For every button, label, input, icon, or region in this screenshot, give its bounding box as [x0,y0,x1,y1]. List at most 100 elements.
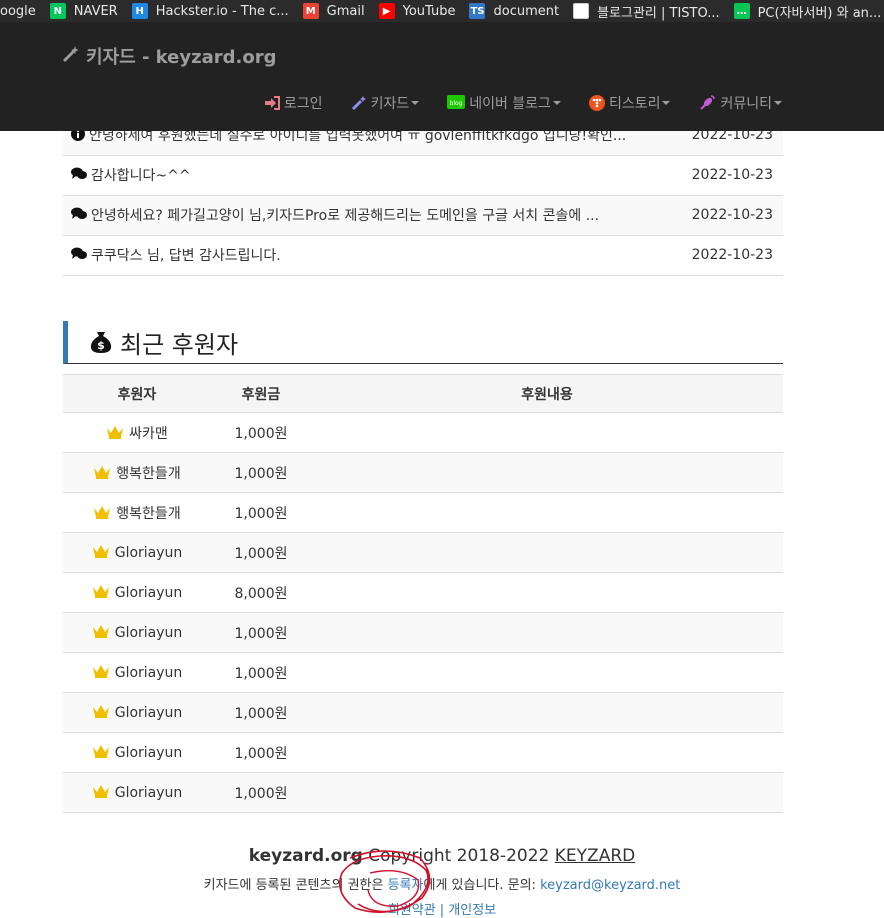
bookmark-item[interactable]: … PC(자바서버) 와 an... [733,0,881,22]
donor-row: Gloriayun 1,000원 [63,652,783,693]
donor-amount: 1,000원 [211,452,311,493]
donor-content [311,532,783,573]
donors-section-title: $ 최근 후원자 [63,321,783,364]
bookmark-label: 블로그관리 | TISTO... [597,5,720,21]
footer: keyzard.org Copyright 2018-2022 KEYZARD … [0,846,884,918]
bookmark-label: Gmail [326,3,365,19]
post-row[interactable]: 안녕하세요? 페가길고양이 님,키자드Pro로 제공해드리는 도메인을 구글 서… [63,195,783,235]
chevron-down-icon [662,101,671,105]
donor-content [311,692,783,733]
chevron-down-icon [552,101,561,105]
donor-amount: 1,000원 [211,532,311,573]
bookmarks-bar: oogle N NAVER H Hackster.io - The c... M Gmail… [0,0,884,22]
crown-icon [92,664,110,682]
footer-registrant-link[interactable]: 등록자 [388,878,424,893]
posts-table: 안녕하세여 후원했는데 실수로 아이디를 입력못했어여 ㅠ govlenfflt… [63,115,783,276]
post-date: 2022-10-23 [691,207,773,223]
post-date: 2022-10-23 [691,247,773,263]
header-content: 후원내용 [311,374,783,413]
crown-icon [93,465,111,483]
donor-amount: 1,000원 [211,612,311,653]
bookmark-label: oogle [0,3,36,19]
bookmark-item[interactable]: oogle [0,0,36,22]
donor-name-cell: Gloriayun [63,772,211,813]
ts-icon: TS [469,3,486,19]
bookmark-item[interactable]: ▶ YouTube [378,0,456,22]
nav-keyzard-label: 키자드 [370,96,410,112]
bookmark-item[interactable]: M Gmail [302,0,365,22]
donor-name: 싸카맨 [129,425,168,442]
donor-name-cell: 행복한들개 [63,452,211,493]
svg-text:$: $ [97,339,105,352]
donors-table-header: 후원자 후원금 후원내용 [63,374,783,413]
crown-icon [92,584,110,602]
donor-name: Gloriayun [114,624,183,641]
footer-rights-prefix: 키자드에 등록된 콘텐츠의 권한은 [203,878,384,893]
magic-wand-icon [351,95,367,111]
crown-icon [106,425,124,443]
site-brand[interactable]: 키자드 - keyzard.org [62,43,276,69]
donor-content [311,452,783,493]
donor-amount: 1,000원 [211,692,311,733]
chat-icon: … [733,3,750,19]
post-title-cell[interactable]: 안녕하세요? 페가길고양이 님,키자드Pro로 제공해드리는 도메인을 구글 서… [63,195,673,235]
nav-menu: 로그인 키자드 blog 네이버 블로그 티스토리 커뮤니티 [236,93,782,113]
bookmark-item[interactable]: 블로그관리 | TISTO... [573,0,720,22]
donor-name: Gloriayun [114,544,183,561]
nav-community[interactable]: 커뮤니티 [698,93,782,113]
comments-icon [71,247,87,265]
post-row[interactable]: 감사합니다~^^ 2022-10-23 [63,155,783,195]
header-amount: 후원금 [211,374,311,413]
donor-row: Gloriayun 8,000원 [63,572,783,613]
bookmark-item[interactable]: H Hackster.io - The c... [131,0,289,22]
bookmark-item[interactable]: N NAVER [49,0,118,22]
nav-tistory[interactable]: 티스토리 [588,93,671,113]
bookmark-item[interactable]: TS document [469,0,559,22]
donor-name-cell: Gloriayun [63,612,211,653]
footer-bottom-links[interactable]: 회원약관 | 개인정보 [0,899,884,918]
magic-wand-icon [62,45,80,68]
donor-content [311,612,783,653]
tistory-icon [588,95,605,111]
donor-name: Gloriayun [114,584,183,601]
donor-row: Gloriayun 1,000원 [63,692,783,733]
bookmark-label: Hackster.io - The c... [155,3,289,19]
naver-icon: N [49,3,66,19]
donors-table: 후원자 후원금 후원내용 싸카맨 1,000원 행복한들개 1,000원 행복한들개 1,… [63,374,783,813]
footer-site: keyzard.org [248,846,363,866]
crown-icon [92,624,110,642]
post-title-cell[interactable]: 쿠쿠닥스 님, 답변 감사드립니다. [63,235,673,275]
donors-section-title-text: 최근 후원자 [120,330,239,359]
bookmark-label: YouTube [402,3,456,19]
comments-icon [71,207,87,225]
footer-copyright-line: keyzard.org Copyright 2018-2022 KEYZARD [0,846,884,866]
donor-name-cell: Gloriayun [63,572,211,613]
donor-row: Gloriayun 1,000원 [63,732,783,773]
donor-name-cell: Gloriayun [63,732,211,773]
nav-login[interactable]: 로그인 [264,93,323,113]
donor-row: Gloriayun 1,000원 [63,772,783,813]
donor-row: Gloriayun 1,000원 [63,612,783,653]
site-navbar: 키자드 - keyzard.org 로그인 키자드 blog 네이버 블로그 티… [0,22,884,131]
donor-content [311,772,783,813]
bookmark-label: NAVER [73,3,118,19]
donor-name-cell: 행복한들개 [63,492,211,533]
post-date: 2022-10-23 [691,167,773,183]
naver-blog-icon: blog [447,95,466,111]
crown-icon [92,744,110,762]
footer-copyright: Copyright 2018-2022 [368,846,550,866]
footer-email-link[interactable]: keyzard@keyzard.net [540,878,680,893]
donor-amount: 1,000원 [211,492,311,533]
post-row[interactable]: 쿠쿠닥스 님, 답변 감사드립니다. 2022-10-23 [63,235,783,275]
post-title-cell[interactable]: 감사합니다~^^ [63,155,673,195]
svg-text:blog: blog [450,100,463,107]
nav-keyzard[interactable]: 키자드 [351,93,420,113]
donor-row: Gloriayun 1,000원 [63,532,783,573]
nav-naver-blog[interactable]: blog 네이버 블로그 [447,93,561,113]
money-bag-icon: $ [88,329,114,355]
satellite-icon [698,94,716,112]
donor-name-cell: Gloriayun [63,652,211,693]
footer-owner-link[interactable]: KEYZARD [555,846,635,866]
donor-content [311,572,783,613]
footer-rights-suffix: 에게 있습니다. 문의: [423,878,536,893]
